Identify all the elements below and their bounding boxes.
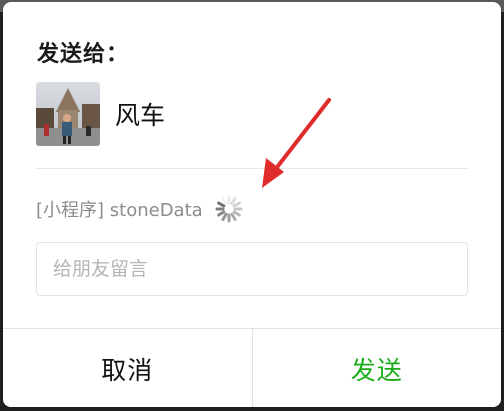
dialog-title: 发送给： bbox=[37, 42, 130, 67]
send-button[interactable]: 发送 bbox=[252, 329, 501, 407]
shared-item-row: [小程序] stoneData bbox=[36, 194, 245, 224]
dialog-footer: 取消 发送 bbox=[3, 328, 501, 407]
share-dialog: 发送给： 风车 [小程序] stoneData 给朋友留言 取消 发送 bbox=[3, 2, 501, 407]
message-input[interactable] bbox=[36, 242, 468, 296]
loading-spinner-icon bbox=[215, 195, 243, 223]
avatar bbox=[36, 82, 100, 146]
recipient-name: 风车 bbox=[115, 101, 166, 130]
recipient-row: 风车 bbox=[36, 82, 165, 146]
shared-item-label: [小程序] stoneData bbox=[36, 200, 203, 221]
divider bbox=[36, 168, 468, 169]
cancel-button[interactable]: 取消 bbox=[3, 329, 253, 407]
